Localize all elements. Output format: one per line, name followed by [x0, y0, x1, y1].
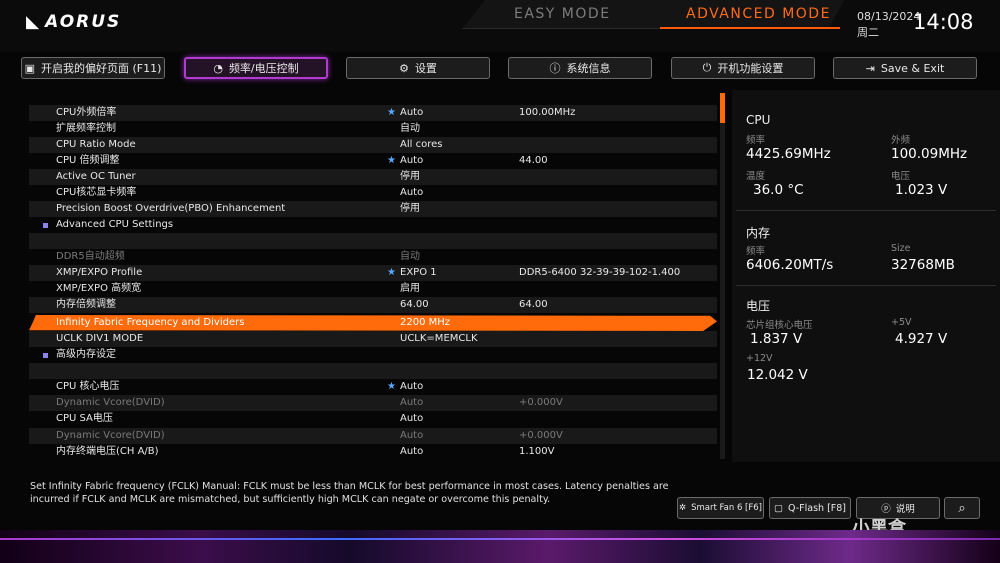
search-icon: ⌕ — [958, 500, 966, 516]
setting-row[interactable]: CPU外频倍率 ★ Auto 100.00MHz — [29, 105, 717, 121]
eagle-icon: ◣ — [26, 12, 42, 32]
setting-row-selected[interactable]: Infinity Fabric Frequency and Dividers 2… — [29, 315, 717, 331]
memory-section-title: 内存 — [746, 226, 771, 240]
tab-frequency-voltage[interactable]: ◔ 频率/电压控制 — [184, 57, 328, 79]
cpu-temp-label: 温度 — [746, 171, 766, 182]
submenu-advanced-cpu[interactable]: Advanced CPU Settings — [29, 217, 717, 233]
spacer-row — [29, 363, 717, 379]
setting-row: Dynamic Vcore(DVID) Auto +0.000V — [29, 428, 717, 444]
aorus-logo: ◣ AORUS — [26, 12, 122, 32]
smart-fan-button[interactable]: ✲ Smart Fan 6 [F6] — [677, 497, 764, 519]
setting-row[interactable]: Precision Boost Overdrive(PBO) Enhanceme… — [29, 201, 717, 217]
setting-row[interactable]: XMP/EXPO Profile ★ EXPO 1 DDR5-6400 32-3… — [29, 265, 717, 281]
speedometer-icon: ◔ — [213, 61, 223, 75]
setting-row[interactable]: 扩展频率控制 自动 — [29, 121, 717, 137]
power-icon: ⏻ — [702, 61, 712, 74]
mem-freq-label: 频率 — [746, 246, 766, 257]
easy-mode-button[interactable]: EASY MODE — [514, 6, 611, 22]
tab-settings[interactable]: ⚙ 设置 — [346, 57, 490, 79]
monitor-divider — [736, 210, 996, 211]
setting-row[interactable]: CPU SA电压 Auto — [29, 411, 717, 427]
cpu-section-title: CPU — [746, 113, 771, 127]
submenu-bullet-icon — [43, 353, 48, 358]
tab-boot[interactable]: ⏻ 开机功能设置 — [671, 57, 815, 79]
qflash-button[interactable]: ▢ Q-Flash [F8] — [769, 497, 851, 519]
page-star-icon: ▣ — [24, 61, 35, 75]
help-icon: ⓟ — [881, 504, 891, 515]
fan-icon: ✲ — [679, 503, 687, 513]
p12v-label: +12V — [746, 353, 773, 364]
gear-icon: ⚙ — [399, 61, 409, 75]
setting-row: Dynamic Vcore(DVID) Auto +0.000V — [29, 395, 717, 411]
mem-freq-value: 6406.20MT/s — [746, 257, 834, 273]
cpu-bclk-label: 外频 — [891, 135, 911, 146]
setting-row[interactable]: Active OC Tuner 停用 — [29, 169, 717, 185]
decorative-neon-band — [0, 530, 1000, 563]
favorite-star-icon: ★ — [387, 107, 396, 118]
cpu-bclk-value: 100.09MHz — [891, 146, 968, 162]
scrollbar-thumb[interactable] — [720, 93, 725, 123]
monitor-divider — [736, 285, 996, 286]
date: 08/13/2024 — [857, 10, 921, 23]
setting-row[interactable]: 内存终端电压(CH A/B) Auto 1.100V — [29, 444, 717, 460]
chipset-volt-value: 1.837 V — [750, 331, 803, 347]
voltage-section-title: 电压 — [746, 299, 771, 313]
mem-size-value: 32768MB — [891, 257, 955, 273]
favorite-star-icon: ★ — [387, 155, 396, 166]
advanced-mode-indicator — [660, 27, 840, 29]
cpu-volt-label: 电压 — [891, 171, 911, 182]
setting-row[interactable]: CPU 倍频调整 ★ Auto 44.00 — [29, 153, 717, 169]
tab-save-exit[interactable]: ⇥ Save & Exit — [833, 57, 977, 79]
settings-scrollbar[interactable] — [720, 93, 725, 459]
settings-list: CPU外频倍率 ★ Auto 100.00MHz 扩展频率控制 自动 CPU R… — [29, 90, 717, 462]
chipset-volt-label: 芯片组核心电压 — [746, 320, 813, 331]
setting-row[interactable]: UCLK DIV1 MODE UCLK=MEMCLK — [29, 331, 717, 347]
setting-row[interactable]: CPU核芯显卡频率 Auto — [29, 185, 717, 201]
weekday: 周二 — [857, 26, 879, 39]
setting-row[interactable]: CPU Ratio Mode All cores — [29, 137, 717, 153]
submenu-advanced-memory[interactable]: 高级内存设定 — [29, 347, 717, 363]
tab-favorites[interactable]: ▣ 开启我的偏好页面 (F11) — [21, 57, 165, 79]
spacer-row — [29, 233, 717, 249]
setting-row[interactable]: XMP/EXPO 高频宽 启用 — [29, 281, 717, 297]
mem-size-label: Size — [891, 243, 911, 254]
search-button[interactable]: ⌕ — [944, 497, 980, 519]
cpu-freq-label: 频率 — [746, 135, 766, 146]
help-description: Set Infinity Fabric frequency (FCLK) Man… — [30, 481, 669, 505]
p12v-value: 12.042 V — [747, 367, 808, 383]
cpu-volt-value: 1.023 V — [895, 182, 948, 198]
exit-icon: ⇥ — [865, 61, 875, 75]
setting-row[interactable]: CPU 核心电压 ★ Auto — [29, 379, 717, 395]
setting-row[interactable]: 内存倍频调整 64.00 64.00 — [29, 297, 717, 313]
qflash-icon: ▢ — [774, 502, 783, 514]
setting-row: DDR5自动超频 自动 — [56, 251, 420, 262]
advanced-mode-button[interactable]: ADVANCED MODE — [686, 6, 831, 22]
info-icon: ⓘ — [549, 62, 561, 75]
p5v-label: +5V — [891, 317, 912, 328]
cpu-temp-value: 36.0 °C — [753, 182, 804, 198]
decorative-neon-line — [0, 538, 1000, 540]
cpu-freq-value: 4425.69MHz — [746, 146, 831, 162]
clock: 14:08 — [913, 10, 974, 34]
p5v-value: 4.927 V — [895, 331, 948, 347]
submenu-bullet-icon — [43, 223, 48, 228]
favorite-star-icon: ★ — [387, 381, 396, 392]
tab-system-info[interactable]: ⓘ 系统信息 — [508, 57, 652, 79]
favorite-star-icon: ★ — [387, 267, 396, 278]
